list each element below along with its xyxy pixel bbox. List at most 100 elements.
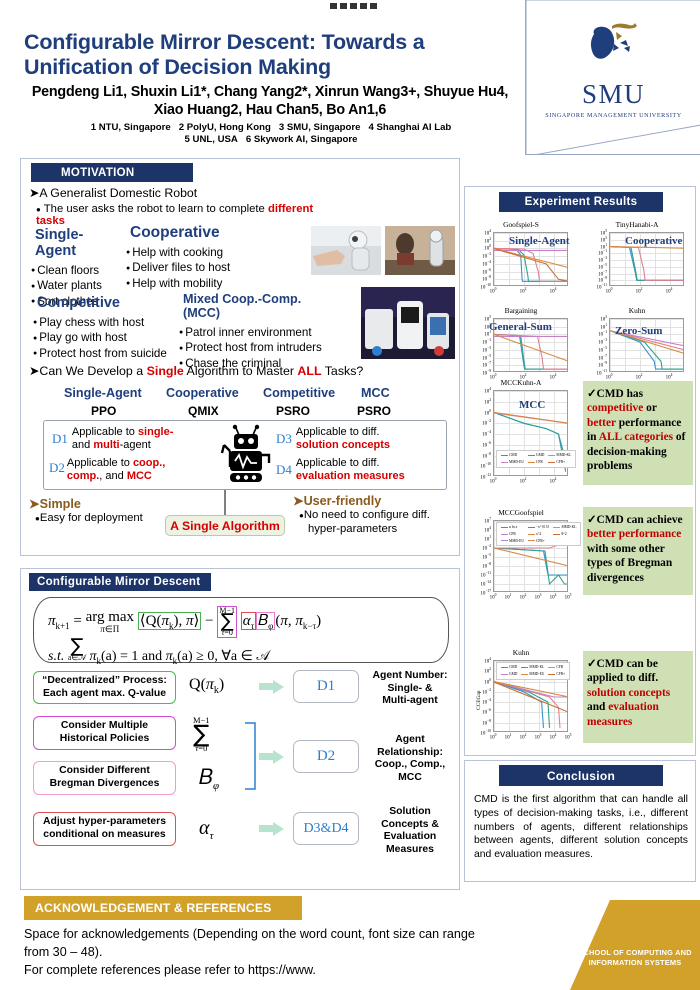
- y-tick: 10−4: [482, 430, 491, 438]
- chart-3: Bargaining 105 103 101 10−1 10−3 10−5 10−7 10−9 1…: [471, 306, 571, 383]
- mapping-arrow-1-tail: [259, 683, 273, 690]
- y-tick: 10−1: [482, 338, 491, 346]
- d3-line1: Applicable to diff.: [295, 426, 380, 438]
- x-tick: 102: [635, 373, 643, 381]
- d4-line2: evaluation measures: [295, 470, 405, 483]
- scis-logo: SCHOOL OF COMPUTING AND INFORMATION SYST…: [570, 900, 700, 990]
- mapping-arrow-2: [273, 749, 284, 764]
- d3-text: Applicable to diff. solution concepts: [276, 426, 446, 452]
- desideratum-d2: D2 Applicable to coop., comp., and MCC: [49, 457, 214, 483]
- single-algorithm-badge: A Single Algorithm: [165, 515, 285, 536]
- y-tick: 101: [600, 322, 607, 331]
- mapping-tag-3-l2: Bregman Divergences: [49, 778, 160, 789]
- affiliation-item: 3 SMU, Singapore: [278, 122, 361, 133]
- d1-line2a: and: [71, 439, 94, 452]
- y-tick: 10−1: [598, 330, 607, 339]
- callout-2-part-0: ✓CMD can achieve: [587, 514, 683, 526]
- d4-text: Applicable to diff. evaluation measures: [276, 457, 446, 483]
- callout-3: ✓CMD can be applied to diff. solution co…: [583, 651, 693, 743]
- x-tick: 104: [665, 287, 673, 295]
- arrow-bullet-icon: ➤: [29, 186, 40, 200]
- list-item: Clean floors: [31, 263, 123, 278]
- alg-domain-single-agent: Single-Agent: [64, 386, 142, 400]
- alg-name-qmix: QMIX: [183, 404, 224, 418]
- x-tick: 104: [665, 373, 673, 381]
- y-tick: 10−7: [598, 353, 607, 362]
- simple-sub-text: Easy for deployment: [39, 512, 143, 525]
- author-list: Pengdeng Li1, Shuxin Li1*, Chang Yang2*,…: [31, 84, 509, 118]
- simple-head-text: Simple: [39, 497, 81, 511]
- chart-5: MCCKuhn-A 104 102 100 10−2 10−4 10−6 10−8 10−10 1…: [471, 378, 577, 487]
- chart-1-tag: Single-Agent: [509, 235, 570, 247]
- scis-logo-text: SCHOOL OF COMPUTING AND INFORMATION SYST…: [578, 948, 692, 967]
- mapping-caption-4-l2: Concepts &: [381, 818, 439, 830]
- affiliation-item: 4 Shanghai AI Lab: [368, 122, 452, 133]
- chart-7: Kuhn 104 102 100 10−2 10−4 10−6 10−8 10−10 100 101…: [471, 648, 571, 743]
- mapping-arrow-1: [273, 679, 284, 694]
- d1-line2c: -agent: [119, 439, 151, 452]
- mapping-tag-3: Consider Different Bregman Divergences: [33, 761, 176, 795]
- affiliation-item: 6 Skywork AI, Singapore: [245, 134, 358, 146]
- list-item: Help with mobility: [126, 276, 246, 291]
- acknowledgement-band: ACKNOWLEDGEMENT & REFERENCES: [24, 896, 302, 920]
- mapping-caption-2-l1: Agent: [395, 734, 425, 745]
- x-tick: 102: [519, 733, 527, 741]
- y-tick: 101: [484, 330, 491, 339]
- y-tick: 10−5: [598, 345, 607, 354]
- y-tick: 104: [484, 229, 491, 237]
- conclusion-band: Conclusion: [499, 765, 663, 786]
- results-panel: Experiment Results Goofspiel-S 104 102 100 1…: [464, 186, 696, 756]
- series-CMD: [494, 333, 567, 370]
- y-tick: 103: [600, 315, 607, 323]
- x-tick: 105: [564, 593, 572, 601]
- mapping-arrow-4-tail: [259, 825, 273, 832]
- mapping-caption-1: Agent Number: Single- & Multi-agent: [365, 670, 455, 708]
- mapping-tag-2: Consider Multiple Historical Policies: [33, 716, 176, 750]
- question-highlight-all: ALL: [297, 364, 322, 378]
- y-tick: 10−8: [482, 451, 491, 460]
- list-item: Help with cooking: [126, 245, 246, 260]
- friendly-heading: ➤User-friendly: [293, 494, 459, 509]
- x-tick: 102: [519, 477, 527, 485]
- y-tick: 104: [484, 387, 491, 395]
- y-tick: 100: [484, 677, 491, 686]
- y-tick: 10−4: [482, 259, 491, 268]
- mapping-caption-4-l1: Solution: [389, 806, 431, 817]
- d2-line2c: , and: [99, 470, 127, 483]
- callout-1-part-3: better: [587, 416, 616, 429]
- d3-label: D3: [276, 431, 292, 446]
- x-tick: 104: [549, 287, 557, 295]
- mapping-caption-1-l1: Agent Number:: [372, 670, 448, 681]
- mapping-symbol-4: ατ: [199, 817, 214, 842]
- d1-line1b: single-: [137, 426, 174, 438]
- smu-wordmark: SMU: [581, 79, 646, 109]
- d1-line1a: Applicable to: [71, 426, 138, 438]
- series-GMD: [494, 547, 567, 586]
- mapping-caption-2: Agent Relationship: Coop., Comp., MCC: [363, 734, 457, 785]
- chart-3-title: Bargaining: [504, 306, 538, 315]
- arrow-bullet-icon: ➤: [29, 497, 40, 511]
- mapping-caption-4-l3: Evaluation Measures: [383, 831, 437, 856]
- list-item: Water plants: [31, 278, 123, 293]
- list-item: Deliver files to host: [126, 260, 246, 275]
- series-CFR: [494, 411, 567, 424]
- callout-3-part-2: and: [587, 701, 609, 714]
- x-tick: 100: [605, 287, 613, 295]
- page-title: Configurable Mirror Descent: Towards a U…: [24, 30, 425, 80]
- chart-5-legend: CMD GMD MMD-KL MMD-EU CFR CFR+: [496, 450, 577, 468]
- callout-1-part-2: or: [643, 402, 657, 415]
- desideratum-d3: D3 Applicable to diff. solution concepts: [276, 426, 446, 452]
- x-tick: 102: [519, 287, 527, 295]
- smu-logo: SMU SINGAPORE MANAGEMENT UNIVERSITY: [526, 20, 700, 121]
- y-tick: 105: [484, 315, 491, 323]
- alg-name-psro-mcc: PSRO: [351, 404, 397, 418]
- category-label-cooperative: Cooperative: [126, 224, 224, 242]
- affiliation-item: 5 UNL, USA: [184, 134, 238, 146]
- alg-name-ppo: PPO: [85, 404, 122, 418]
- x-tick: 100: [489, 593, 497, 601]
- x-tick: 103: [534, 593, 542, 601]
- cmd-panel: Configurable Mirror Descent πk+1 = arg m…: [20, 568, 460, 890]
- mapping-arrow-2-tail: [259, 753, 273, 760]
- desiderata-box: D1 Applicable to single- and multi-agent…: [43, 420, 447, 490]
- arrow-bullet-icon: ➤: [293, 494, 304, 508]
